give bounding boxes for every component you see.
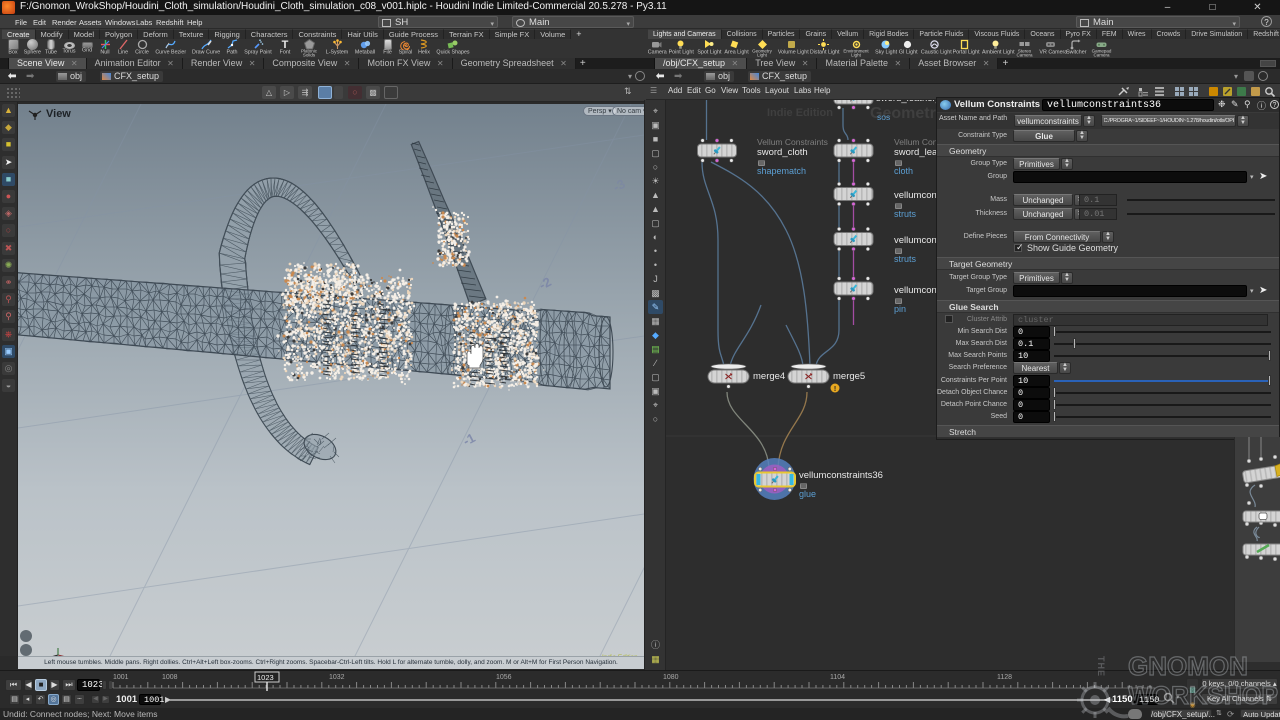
svg-text:1023: 1023 [257,673,274,682]
svg-text:1128: 1128 [997,674,1012,681]
svg-text:1008: 1008 [162,674,178,681]
svg-text:1104: 1104 [830,674,845,681]
svg-text:GNOMON: GNOMON [1128,651,1248,681]
svg-text:WORKSHOP: WORKSHOP [1128,682,1278,710]
svg-text:THE: THE [1096,656,1106,677]
svg-text:1080: 1080 [663,674,679,681]
svg-text:1001: 1001 [113,674,129,681]
svg-text:1056: 1056 [496,674,512,681]
svg-text:1032: 1032 [329,674,345,681]
svg-text:!: ! [834,386,836,393]
